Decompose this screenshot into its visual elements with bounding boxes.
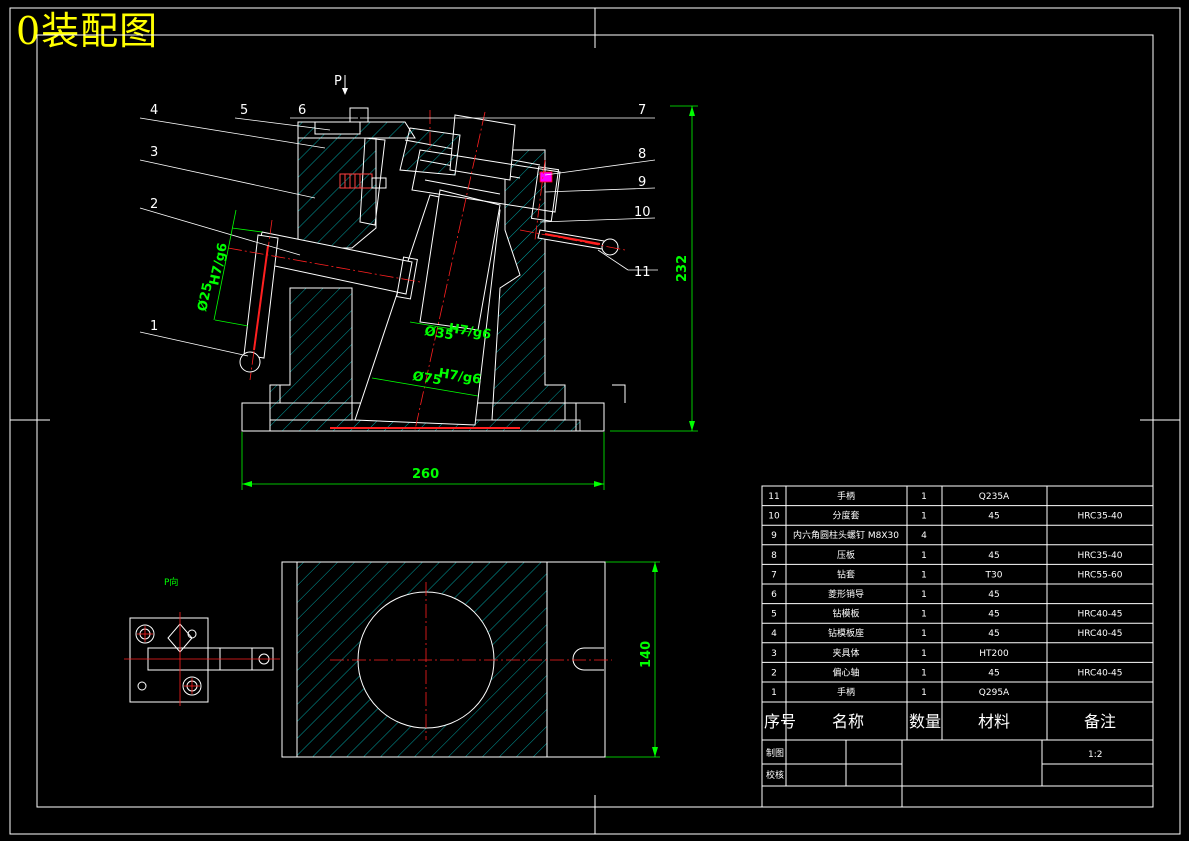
bom-cell-material: 45 [988, 668, 999, 678]
bom-cell-no: 3 [771, 649, 777, 659]
bom-cell-no: 5 [771, 610, 777, 620]
dim-d25: Ø25 [195, 281, 216, 313]
check-label: 校核 [766, 769, 784, 781]
balloon-5: 5 [240, 103, 248, 118]
bom-cell-name: 偏心轴 [832, 666, 859, 678]
bom-cell-no: 4 [771, 629, 777, 639]
balloon-2: 2 [150, 197, 158, 212]
balloon-6: 6 [298, 103, 306, 118]
bom-cell-name: 手柄 [837, 490, 855, 502]
bom-cell-qty: 1 [921, 668, 927, 678]
balloon-9: 9 [638, 175, 646, 190]
bom-cell-no: 6 [771, 590, 777, 600]
bom-cell-name: 夹具体 [832, 647, 859, 659]
bom-header-name: 名称 [832, 712, 864, 731]
bom-cell-note: HRC40-45 [1077, 610, 1122, 620]
drawing-sheet: P 4 5 6 7 3 2 1 8 9 10 11 260 232 140 Ø2… [9, 7, 1181, 835]
bom-cell-no: 8 [771, 551, 777, 561]
dim-width-260: 260 [412, 467, 439, 482]
bom-cell-name: 手柄 [837, 686, 855, 698]
bom-header-qty: 数量 [909, 712, 941, 731]
bom-cell-qty: 1 [921, 610, 927, 620]
bom-cell-no: 11 [768, 492, 779, 502]
bom-cell-no: 9 [771, 531, 777, 541]
bom-cell-name: 钻模板 [832, 608, 859, 620]
bom-cell-qty: 1 [921, 512, 927, 522]
fixture-body-right [491, 149, 566, 421]
balloon-1: 1 [150, 319, 158, 334]
dim-d25-fit: H7/g6 [207, 242, 231, 287]
bom-cell-material: 45 [988, 610, 999, 620]
fixture-body-lower [269, 287, 353, 421]
bom-cell-qty: 1 [921, 688, 927, 698]
bom-cell-material: 45 [988, 590, 999, 600]
balloon-7: 7 [638, 103, 646, 118]
bom-cell-name: 钻套 [837, 568, 855, 580]
dim-height-232: 232 [675, 255, 690, 282]
draw-label: 制图 [766, 747, 784, 759]
bom-cell-qty: 1 [921, 570, 927, 580]
scale-value: 1:2 [1088, 750, 1102, 760]
balloon-11: 11 [634, 265, 651, 280]
title-block: 11 手柄 1 Q235A10 分度套 1 45 HRC35-409 内六角圆柱头螺钉 M8X3… [761, 485, 1154, 808]
balloon-4: 4 [150, 103, 158, 118]
bom-cell-no: 7 [771, 570, 777, 580]
bom-header-material: 材料 [978, 712, 1010, 731]
bom-cell-material: HT200 [979, 649, 1009, 659]
bom-header-note: 备注 [1084, 712, 1116, 731]
bom-cell-material: Q235A [979, 492, 1010, 502]
balloon-3: 3 [150, 145, 158, 160]
balloon-10: 10 [634, 205, 651, 220]
bom-cell-qty: 1 [921, 629, 927, 639]
bom-cell-name: 分度套 [832, 510, 859, 522]
bom-cell-material: T30 [985, 570, 1003, 580]
bom-cell-qty: 1 [921, 649, 927, 659]
bom-cell-name: 钻模板座 [828, 627, 864, 639]
plan-view [281, 561, 612, 758]
p-view-label: P向 [164, 576, 178, 588]
bom-cell-no: 1 [771, 688, 777, 698]
bom-cell-material: Q295A [979, 688, 1010, 698]
bom-cell-qty: 4 [921, 531, 927, 541]
bom-cell-qty: 1 [921, 492, 927, 502]
bom-cell-no: 10 [768, 512, 780, 522]
bom-cell-note: HRC35-40 [1077, 551, 1122, 561]
bom-cell-material: 45 [988, 512, 999, 522]
bom-cell-note: HRC55-60 [1077, 570, 1122, 580]
bom-cell-name: 内六角圆柱头螺钉 M8X30 [793, 529, 899, 541]
view-arrow-p: P [334, 74, 348, 95]
sheet-border [9, 7, 1181, 835]
bom-cell-material: 45 [988, 629, 999, 639]
bom-cell-qty: 1 [921, 551, 927, 561]
balloon-8: 8 [638, 147, 646, 162]
bom-cell-name: 菱形销导 [828, 588, 864, 600]
bom-cell-note: HRC40-45 [1077, 668, 1122, 678]
bom-cell-material: 45 [988, 551, 999, 561]
p-direction-view: P向 [124, 576, 280, 706]
bom-cell-name: 压板 [837, 549, 855, 561]
dim-height-140: 140 [639, 641, 654, 668]
bom-cell-no: 2 [771, 668, 777, 678]
bom-cell-note: HRC35-40 [1077, 512, 1122, 522]
bom-cell-qty: 1 [921, 590, 927, 600]
bom-cell-note: HRC40-45 [1077, 629, 1122, 639]
view-arrow-letter: P [334, 74, 342, 89]
bom-header-no: 序号 [764, 712, 796, 731]
